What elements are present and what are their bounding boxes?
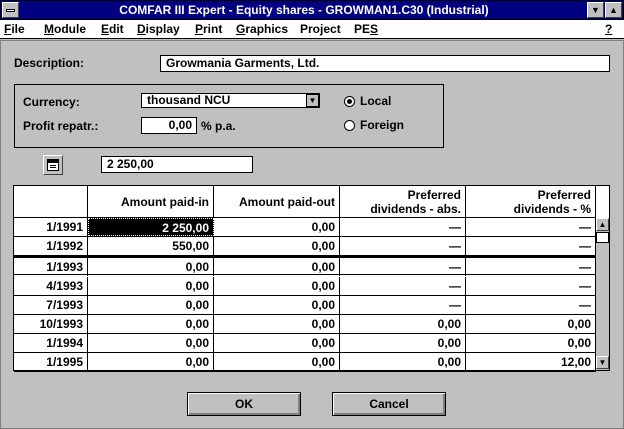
cell-pref-pct[interactable]: —	[466, 296, 596, 314]
menu-pes[interactable]: PES	[354, 22, 378, 36]
cell-pref-abs[interactable]: —	[340, 218, 466, 236]
triangle-up-icon[interactable]: ▲	[605, 2, 622, 18]
cell-period[interactable]: 7/1993	[14, 296, 88, 314]
cell-pref-abs[interactable]: 0,00	[340, 315, 466, 333]
cell-paid-in[interactable]: 550,00	[88, 237, 214, 255]
table-header-paid-out: Amount paid-out	[214, 186, 340, 218]
cell-period[interactable]: 1/1993	[14, 258, 88, 276]
menu-graphics[interactable]: Graphics	[236, 22, 288, 36]
cell-pref-pct[interactable]: 12,00	[466, 353, 596, 371]
repatr-label: Profit repatr.:	[23, 119, 99, 133]
cell-paid-in[interactable]: 0,00	[88, 334, 214, 352]
currency-value: thousand NCU	[147, 93, 231, 107]
edit-value-field[interactable]: 2 250,00	[101, 156, 253, 173]
cell-period[interactable]: 4/1993	[14, 277, 88, 295]
cell-pref-abs[interactable]: —	[340, 258, 466, 276]
description-field[interactable]: Growmania Garments, Ltd.	[160, 55, 610, 72]
cell-pref-pct[interactable]: 0,00	[466, 315, 596, 333]
table-header-paid-in: Amount paid-in	[88, 186, 214, 218]
cell-paid-in[interactable]: 0,00	[88, 277, 214, 295]
table-row: 4/1993 0,00 0,00— —	[14, 277, 596, 296]
cell-paid-in[interactable]: 0,00	[88, 258, 214, 276]
cell-pref-pct[interactable]: —	[466, 258, 596, 276]
cell-paid-out[interactable]: 0,00	[214, 315, 340, 333]
cell-paid-out[interactable]: 0,00	[214, 296, 340, 314]
title-bar: COMFAR III Expert - Equity shares - GROW…	[0, 0, 624, 20]
cell-period[interactable]: 1/1995	[14, 353, 88, 371]
table-header-pref-pct: Preferred dividends - %	[466, 186, 596, 218]
cell-period[interactable]: 1/1994	[14, 334, 88, 352]
menu-edit[interactable]: Edit	[101, 22, 124, 36]
equity-shares-panel: Description: Growmania Garments, Ltd. Cu…	[0, 40, 624, 429]
system-menu-icon[interactable]	[2, 2, 19, 18]
table-row: 1/1993 0,00 0,00— —	[14, 256, 596, 276]
table-header-pref-abs: Preferred dividends - abs.	[340, 186, 466, 218]
table-row: 1/1995 0,00 0,00 0,00 12,00	[14, 353, 596, 372]
cell-paid-in[interactable]: 0,00	[88, 296, 214, 314]
cell-period[interactable]: 1/1992	[14, 237, 88, 255]
radio-foreign[interactable]	[344, 120, 355, 131]
cell-pref-pct[interactable]: —	[466, 218, 596, 236]
cell-period[interactable]: 1/1991	[14, 218, 88, 236]
table-row: 10/1993 0,00 0,00 0,00 0,00	[14, 315, 596, 334]
cell-paid-out[interactable]: 0,00	[214, 334, 340, 352]
radio-local[interactable]	[344, 96, 355, 107]
menu-module[interactable]: Module	[44, 22, 86, 36]
repatr-unit: % p.a.	[201, 119, 236, 133]
currency-group: Currency: thousand NCU ▼ Profit repatr.:…	[14, 84, 444, 148]
cell-pref-abs[interactable]: —	[340, 237, 466, 255]
radio-local-label: Local	[360, 94, 392, 108]
ok-button[interactable]: OK	[187, 392, 301, 416]
description-label: Description:	[14, 56, 85, 70]
menu-display[interactable]: Display	[137, 22, 180, 36]
table-header-period	[14, 186, 88, 218]
cell-paid-out[interactable]: 0,00	[214, 218, 340, 236]
table-row: 1/1991 2 250,00 0,00— —	[14, 218, 596, 237]
scroll-up-arrow-icon[interactable]: ▲	[596, 218, 609, 231]
window-title: COMFAR III Expert - Equity shares - GROW…	[119, 3, 489, 17]
repatr-field[interactable]: 0,00	[141, 117, 197, 134]
triangle-down-icon[interactable]: ▼	[587, 2, 604, 18]
cell-paid-out[interactable]: 0,00	[214, 258, 340, 276]
cell-paid-out[interactable]: 0,00	[214, 353, 340, 371]
cell-paid-in[interactable]: 0,00	[88, 315, 214, 333]
table-row: 1/1992 550,00 0,00— —	[14, 237, 596, 256]
table-row: 7/1993 0,00 0,00— —	[14, 296, 596, 315]
table-row: 1/1994 0,00 0,00 0,00 0,00	[14, 334, 596, 353]
scroll-down-arrow-icon[interactable]: ▼	[596, 356, 609, 369]
scroll-thumb[interactable]	[596, 232, 609, 243]
cancel-button[interactable]: Cancel	[332, 392, 446, 416]
menu-help[interactable]: ?	[605, 22, 612, 36]
radio-foreign-label: Foreign	[360, 118, 404, 132]
cell-paid-in[interactable]: 2 250,00	[88, 218, 214, 236]
cell-paid-out[interactable]: 0,00	[214, 237, 340, 255]
cell-period[interactable]: 10/1993	[14, 315, 88, 333]
cell-pref-pct[interactable]: —	[466, 237, 596, 255]
edit-window-icon[interactable]	[43, 155, 63, 175]
dropdown-arrow-icon[interactable]: ▼	[306, 94, 319, 107]
menu-file[interactable]: File	[4, 22, 25, 36]
menu-bar: File Module Edit Display Print Graphics …	[0, 20, 624, 39]
cell-pref-pct[interactable]: 0,00	[466, 334, 596, 352]
cell-pref-abs[interactable]: —	[340, 296, 466, 314]
cell-paid-in[interactable]: 0,00	[88, 353, 214, 371]
menu-print[interactable]: Print	[195, 22, 222, 36]
cell-pref-abs[interactable]: —	[340, 277, 466, 295]
cell-pref-pct[interactable]: —	[466, 277, 596, 295]
currency-select[interactable]: thousand NCU ▼	[141, 93, 320, 108]
cell-paid-out[interactable]: 0,00	[214, 277, 340, 295]
equity-table: Amount paid-in Amount paid-out Preferred…	[13, 185, 610, 372]
cell-pref-abs[interactable]: 0,00	[340, 353, 466, 371]
vertical-scrollbar[interactable]: ▲ ▼	[595, 218, 609, 370]
currency-label: Currency:	[23, 95, 80, 109]
menu-project[interactable]: Project	[300, 22, 341, 36]
cell-pref-abs[interactable]: 0,00	[340, 334, 466, 352]
